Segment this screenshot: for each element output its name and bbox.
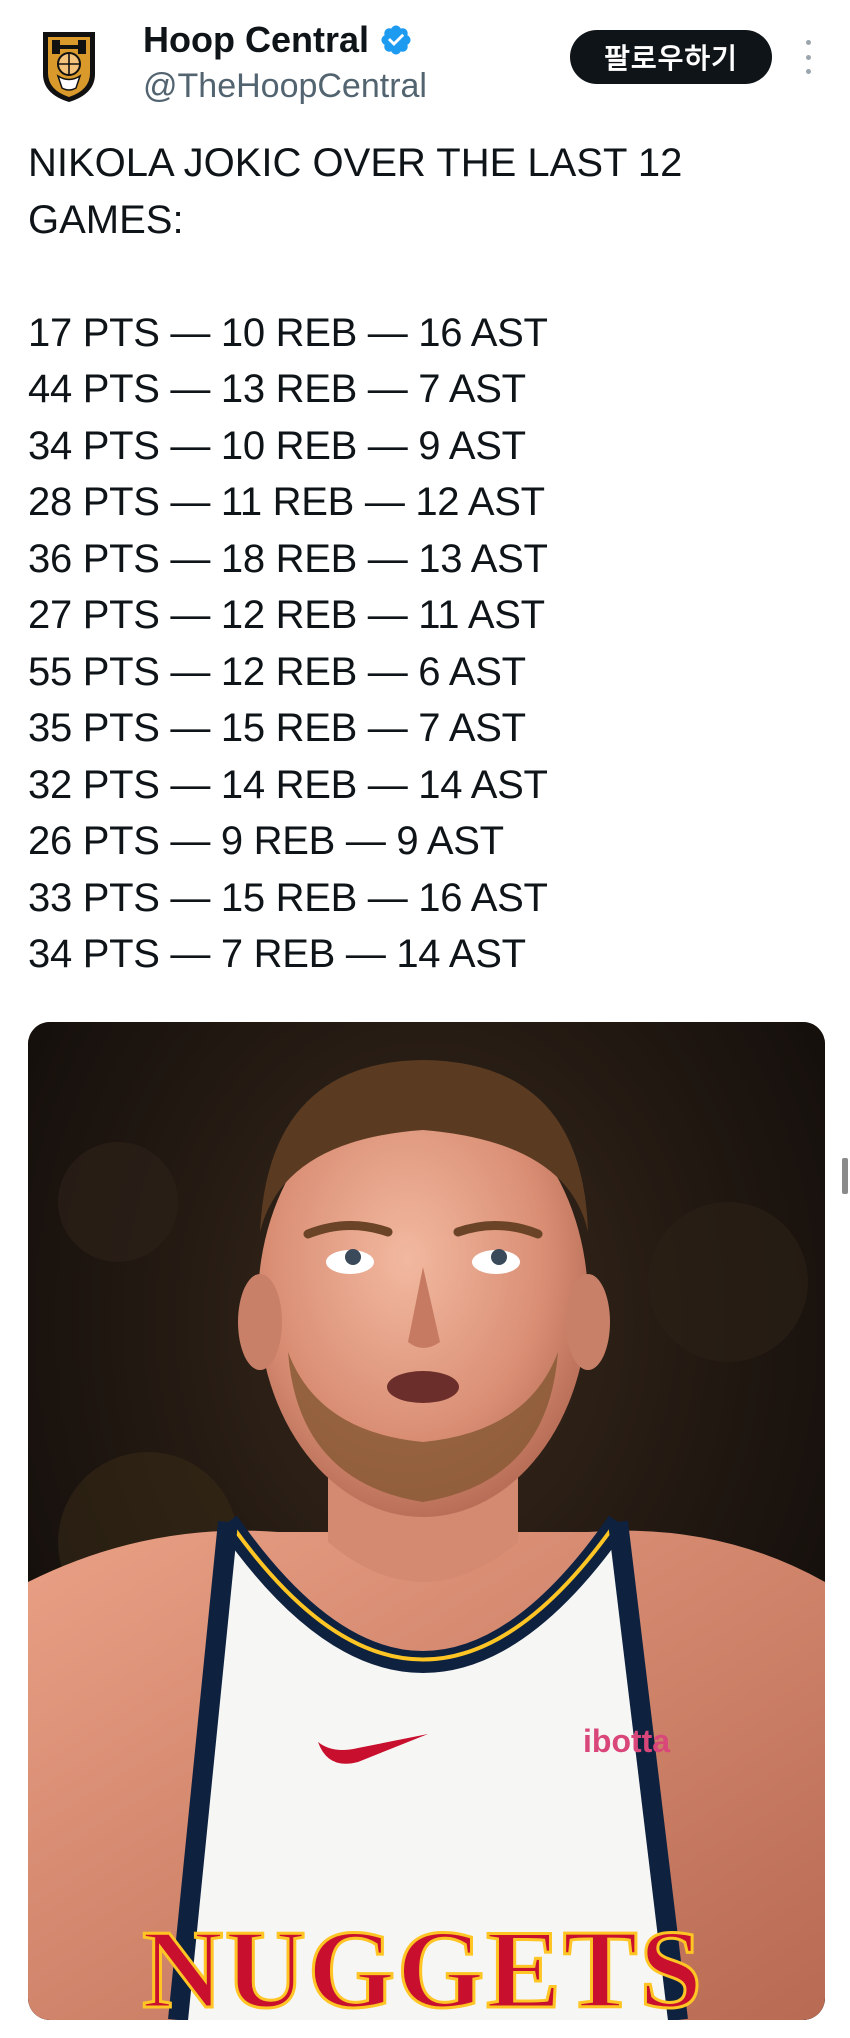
account-handle[interactable]: @TheHoopCentral	[143, 65, 427, 107]
verified-badge-icon	[379, 23, 413, 57]
scroll-indicator[interactable]	[842, 1158, 848, 1194]
stat-line: 34 PTS — 7 REB — 14 AST	[28, 932, 526, 976]
follow-button[interactable]: 팔로우하기	[570, 30, 772, 84]
jersey-wordmark-text: NUGGETS	[142, 1908, 704, 2020]
stat-line: 44 PTS — 13 REB — 7 AST	[28, 367, 526, 411]
stat-line: 28 PTS — 11 REB — 12 AST	[28, 480, 545, 524]
tweet-photo[interactable]: ibotta NUGGETS	[28, 1022, 825, 2020]
hoop-central-logo-avatar[interactable]	[40, 28, 98, 104]
sponsor-logo-text: ibotta	[583, 1723, 670, 1759]
stat-line: 55 PTS — 12 REB — 6 AST	[28, 649, 526, 694]
stat-line: 36 PTS — 18 REB — 13 AST	[28, 536, 548, 581]
display-name[interactable]: Hoop Central	[143, 18, 369, 62]
tweet-text: NIKOLA JOKIC OVER THE LAST 12 GAMES: 17 …	[28, 135, 818, 983]
tweet-header: Hoop Central @TheHoopCentral 팔로우하기	[0, 0, 850, 120]
stat-line: 26 PTS — 9 REB — 9 AST	[28, 819, 504, 863]
tweet-headline: NIKOLA JOKIC OVER THE LAST 12 GAMES:	[28, 141, 683, 242]
stat-line: 33 PTS — 15 REB — 16 AST	[28, 875, 548, 920]
stat-line: 32 PTS — 14 REB — 14 AST	[28, 762, 548, 807]
stat-line: 34 PTS — 10 REB — 9 AST	[28, 423, 526, 468]
stat-line: 17 PTS — 10 REB — 16 AST	[28, 310, 548, 355]
stat-line: 27 PTS — 12 REB — 11 AST	[28, 593, 545, 637]
stat-line: 35 PTS — 15 REB — 7 AST	[28, 706, 526, 750]
vertical-ellipsis-icon[interactable]	[798, 40, 818, 74]
